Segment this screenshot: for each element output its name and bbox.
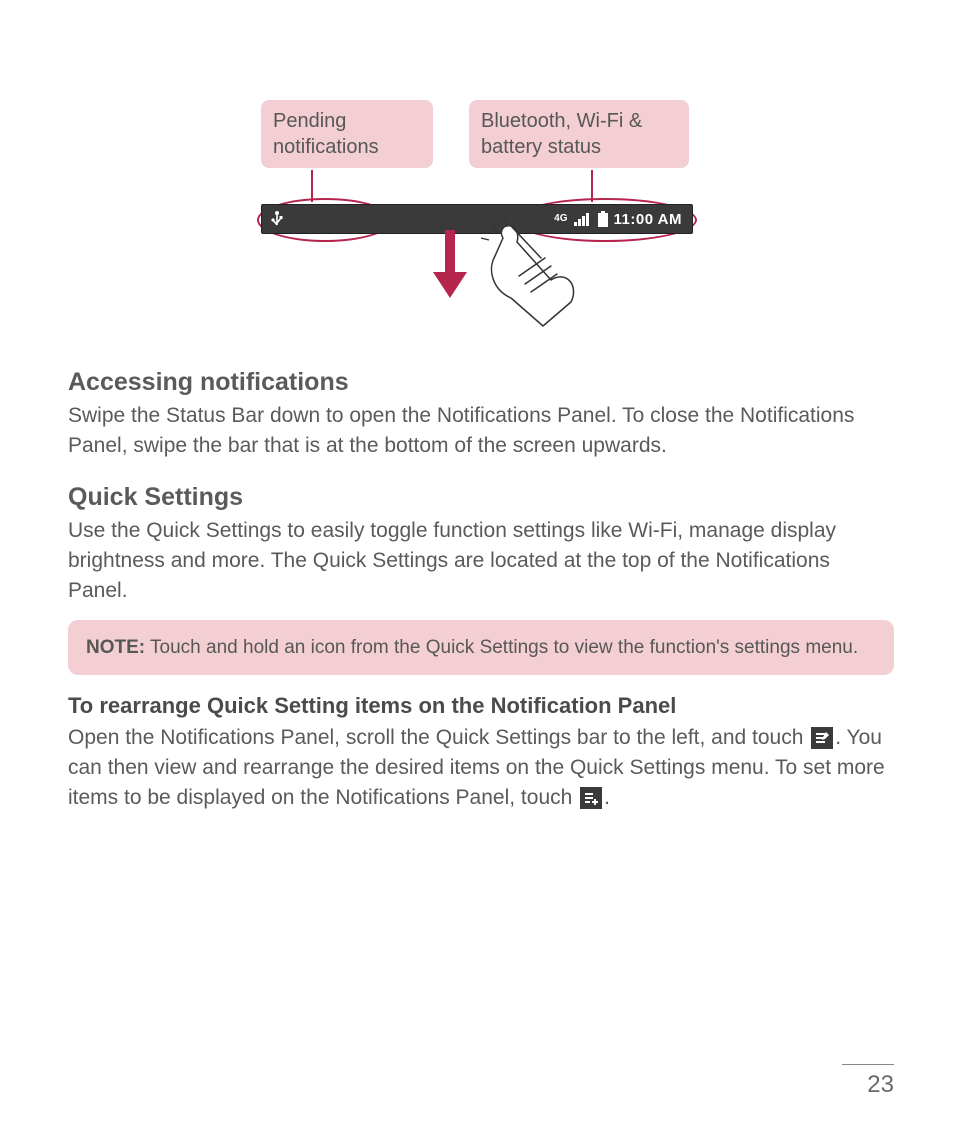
manual-page: Pending notifications Bluetooth, Wi-Fi &… <box>0 0 954 1145</box>
body-quick-settings: Use the Quick Settings to easily toggle … <box>68 516 894 606</box>
note-box: NOTE: Touch and hold an icon from the Qu… <box>68 620 894 675</box>
battery-icon <box>598 211 608 227</box>
heading-accessing-notifications: Accessing notifications <box>68 368 894 397</box>
callout-pending-notifications: Pending notifications <box>261 100 433 168</box>
edit-list-icon <box>811 727 833 749</box>
callout-line <box>311 170 313 202</box>
body-accessing-notifications: Swipe the Status Bar down to open the No… <box>68 401 894 461</box>
heading-quick-settings: Quick Settings <box>68 483 894 512</box>
heading-rearrange-quick-settings: To rearrange Quick Setting items on the … <box>68 693 894 719</box>
page-number: 23 <box>842 1064 894 1099</box>
body-rearrange-post: . <box>604 786 610 809</box>
usb-icon <box>262 210 284 228</box>
callout-bt-wifi-battery: Bluetooth, Wi-Fi & battery status <box>469 100 689 168</box>
body-rearrange-quick-settings: Open the Notifications Panel, scroll the… <box>68 723 894 813</box>
status-bar-time: 11:00 AM <box>614 211 682 228</box>
add-list-icon <box>580 787 602 809</box>
note-label: NOTE: <box>86 637 145 658</box>
swipe-down-arrow-icon <box>433 230 467 305</box>
finger-touch-icon <box>471 220 581 335</box>
body-rearrange-pre: Open the Notifications Panel, scroll the… <box>68 726 809 749</box>
note-text: Touch and hold an icon from the Quick Se… <box>145 637 858 658</box>
status-bar-diagram: Pending notifications Bluetooth, Wi-Fi &… <box>261 100 701 340</box>
